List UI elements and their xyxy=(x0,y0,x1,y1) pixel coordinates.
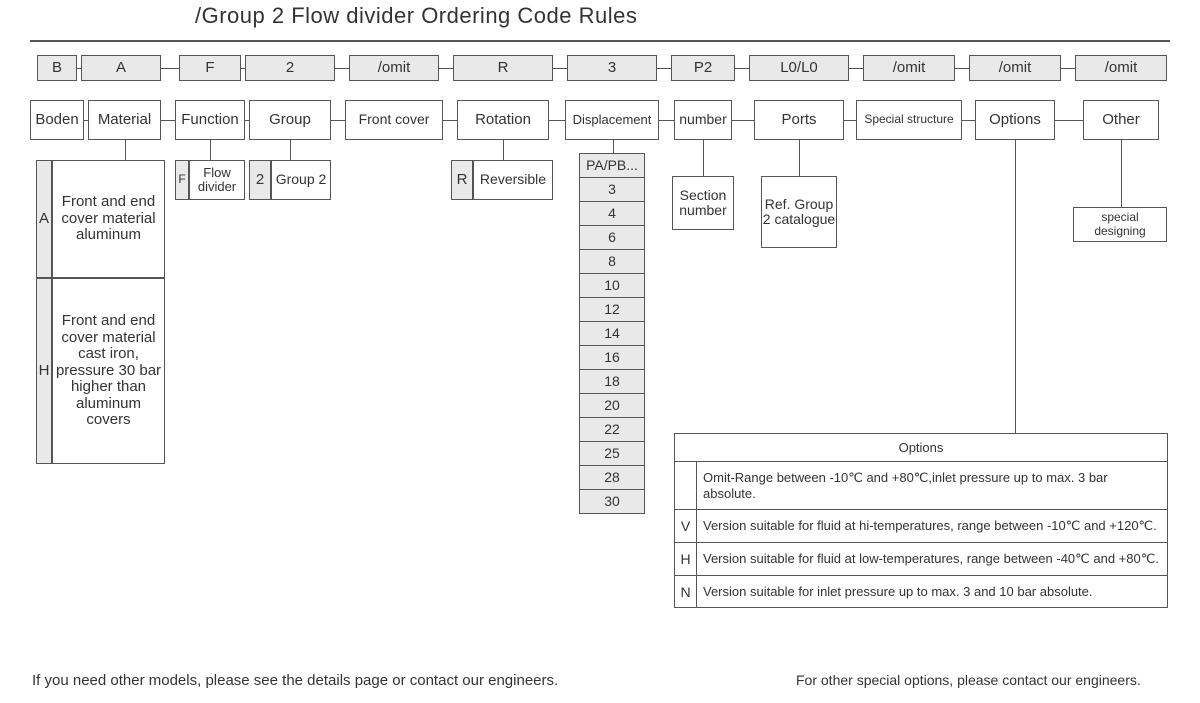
displacement-value: 8 xyxy=(579,249,645,274)
displacement-value: 10 xyxy=(579,273,645,298)
function-code: F xyxy=(175,160,189,200)
displacement-value: 12 xyxy=(579,297,645,322)
material-h-code: H xyxy=(36,278,52,464)
displacement-value: 20 xyxy=(579,393,645,418)
code-omit4: /omit xyxy=(1075,55,1167,81)
code-a: A xyxy=(81,55,161,81)
displacement-value: 4 xyxy=(579,201,645,226)
displacement-value: 3 xyxy=(579,177,645,202)
code-omit1: /omit xyxy=(349,55,439,81)
displacement-value: 28 xyxy=(579,465,645,490)
rotation-desc: Reversible xyxy=(473,160,553,200)
label-ports: Ports xyxy=(754,100,844,140)
label-frontcover: Front cover xyxy=(345,100,443,140)
options-row: HVersion suitable for fluid at low-tempe… xyxy=(675,542,1167,575)
label-other: Other xyxy=(1083,100,1159,140)
code-f: F xyxy=(179,55,241,81)
number-desc: Section number xyxy=(672,176,734,230)
displacement-value: 22 xyxy=(579,417,645,442)
footer-note: If you need other models, please see the… xyxy=(32,672,558,689)
options-footer: For other special options, please contac… xyxy=(796,672,1141,688)
options-row: Omit-Range between -10℃ and +80℃,inlet p… xyxy=(675,462,1167,509)
displacement-list: PA/PB...346810121416182022252830 xyxy=(579,153,645,514)
options-row-desc: Version suitable for fluid at low-temper… xyxy=(697,543,1167,575)
options-row-code xyxy=(675,462,697,509)
options-row-code: H xyxy=(675,543,697,575)
title-divider xyxy=(30,40,1170,42)
displacement-value: 14 xyxy=(579,321,645,346)
label-rotation: Rotation xyxy=(457,100,549,140)
page-title: /Group 2 Flow divider Ordering Code Rule… xyxy=(195,3,637,29)
code-r: R xyxy=(453,55,553,81)
code-3: 3 xyxy=(567,55,657,81)
material-h-desc: Front and end cover material cast iron, … xyxy=(52,278,165,464)
label-function: Function xyxy=(175,100,245,140)
displacement-value: PA/PB... xyxy=(579,153,645,178)
code-b: B xyxy=(37,55,77,81)
group-code: 2 xyxy=(249,160,271,200)
options-row: VVersion suitable for fluid at hi-temper… xyxy=(675,509,1167,542)
label-boden: Boden xyxy=(30,100,84,140)
options-table: Options Omit-Range between -10℃ and +80℃… xyxy=(674,433,1168,608)
label-special: Special structure xyxy=(856,100,962,140)
code-p2: P2 xyxy=(671,55,735,81)
code-omit3: /omit xyxy=(969,55,1061,81)
ports-desc: Ref. Group 2 catalogue xyxy=(761,176,837,248)
material-a-desc: Front and end cover material aluminum xyxy=(52,160,165,278)
options-row-code: V xyxy=(675,510,697,542)
code-l0: L0/L0 xyxy=(749,55,849,81)
label-group: Group xyxy=(249,100,331,140)
options-row-desc: Version suitable for fluid at hi-tempera… xyxy=(697,510,1167,542)
function-desc: Flow divider xyxy=(189,160,245,200)
options-row: NVersion suitable for inlet pressure up … xyxy=(675,575,1167,607)
group-desc: Group 2 xyxy=(271,160,331,200)
displacement-value: 18 xyxy=(579,369,645,394)
label-options: Options xyxy=(975,100,1055,140)
options-row-desc: Version suitable for inlet pressure up t… xyxy=(697,576,1167,607)
displacement-value: 6 xyxy=(579,225,645,250)
label-displacement: Displacement xyxy=(565,100,659,140)
options-row-desc: Omit-Range between -10℃ and +80℃,inlet p… xyxy=(697,462,1167,509)
code-2: 2 xyxy=(245,55,335,81)
displacement-value: 30 xyxy=(579,489,645,514)
label-number: number xyxy=(674,100,732,140)
label-material: Material xyxy=(88,100,161,140)
rotation-code: R xyxy=(451,160,473,200)
options-header: Options xyxy=(675,434,1167,462)
displacement-value: 16 xyxy=(579,345,645,370)
code-omit2: /omit xyxy=(863,55,955,81)
other-desc: special designing xyxy=(1073,207,1167,242)
options-row-code: N xyxy=(675,576,697,607)
material-a-code: A xyxy=(36,160,52,278)
displacement-value: 25 xyxy=(579,441,645,466)
